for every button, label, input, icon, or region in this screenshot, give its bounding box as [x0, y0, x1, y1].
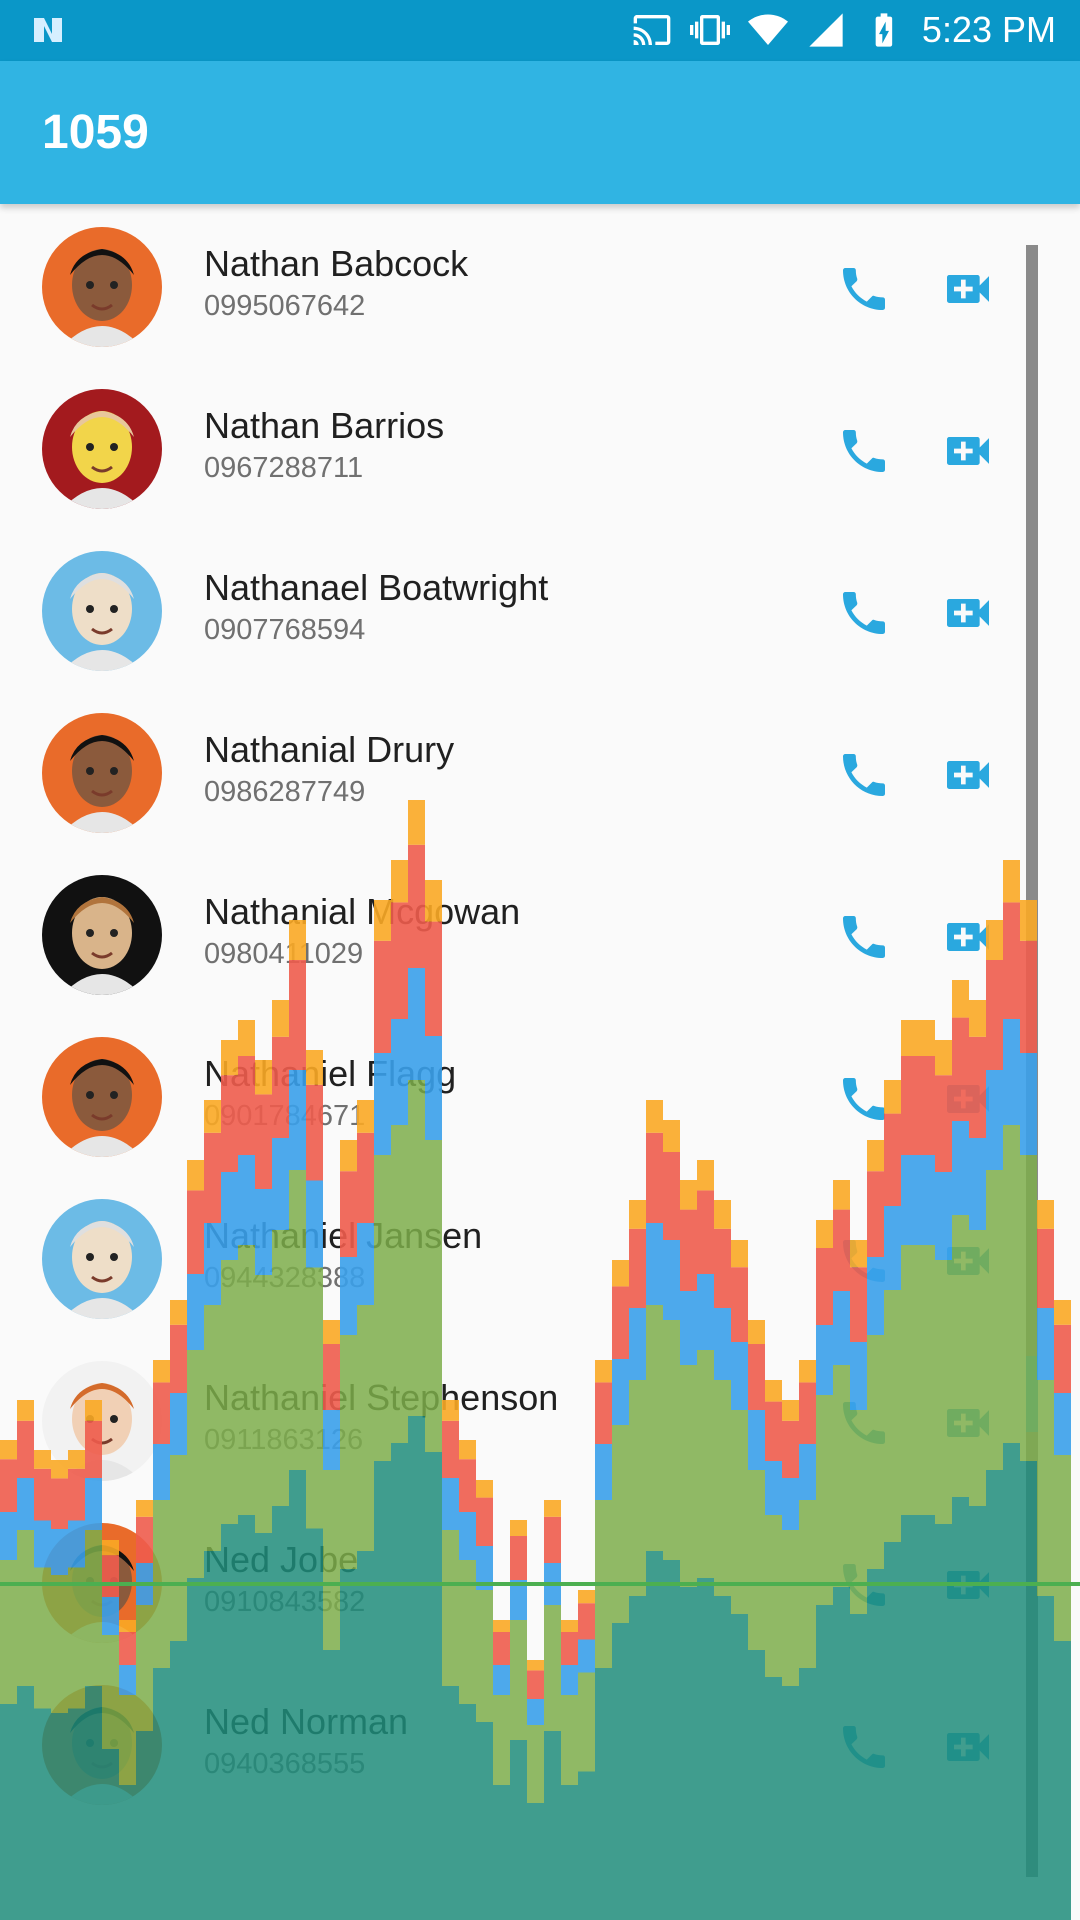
gpu-bar-orange [1054, 1300, 1071, 1325]
battery-charging-icon [875, 13, 893, 47]
notification-n-icon [34, 18, 62, 42]
contact-name: Ned Jobe [204, 1539, 359, 1580]
cell-signal-icon [809, 13, 843, 47]
contact-name: Nathaniel Stephenson [204, 1377, 559, 1418]
phone-call-icon[interactable] [836, 1557, 892, 1613]
contact-row[interactable]: Nathaniel Stephenson 0911863126 [0, 1339, 1030, 1501]
contact-phone: 0986287749 [204, 776, 366, 808]
contact-list[interactable]: Nathan Babcock 0995067642 Nathan Barrios… [0, 205, 1030, 1920]
avatar-face-icon [42, 713, 162, 833]
contact-name: Ned Norman [204, 1701, 409, 1742]
app-bar: 1059 [0, 61, 1080, 204]
contact-name: Nathan Barrios [204, 405, 445, 446]
status-bar: 5:23 PM [0, 0, 1080, 61]
gpu-bar-green [1054, 1455, 1071, 1641]
contact-phone: 0910843582 [204, 1586, 366, 1618]
avatar-face-icon [42, 1361, 162, 1481]
gpu-bar-red [1054, 1324, 1071, 1393]
scrollbar-track[interactable] [1026, 245, 1038, 1877]
avatar-face-icon [42, 1199, 162, 1319]
video-call-icon[interactable] [940, 1071, 996, 1127]
gpu-bar-orange [1037, 1200, 1054, 1229]
video-call-icon[interactable] [940, 585, 996, 641]
phone-call-icon[interactable] [836, 909, 892, 965]
contact-phone: 0967288711 [204, 452, 364, 484]
contact-phone: 0944328388 [204, 1262, 366, 1294]
video-call-icon[interactable] [940, 423, 996, 479]
contact-name: Nathaniel Flagg [204, 1053, 457, 1094]
video-call-icon[interactable] [940, 1719, 996, 1775]
gpu-bar-teal [1054, 1641, 1071, 1920]
contact-row[interactable]: Nathanael Boatwright 0907768594 [0, 529, 1030, 691]
contact-name: Nathanael Boatwright [204, 567, 549, 608]
clock: 5:23 PM [921, 9, 1056, 50]
avatar [42, 713, 162, 833]
avatar [42, 1523, 162, 1643]
contact-row[interactable]: Nathaniel Jansen 0944328388 [0, 1177, 1030, 1339]
avatar [42, 389, 162, 509]
avatar-face-icon [42, 875, 162, 995]
avatar-face-icon [42, 1685, 162, 1805]
scrollbar-thumb[interactable] [1026, 1356, 1038, 1432]
phone-call-icon[interactable] [836, 1719, 892, 1775]
phone-call-icon[interactable] [836, 1071, 892, 1127]
contact-phone: 0940368555 [204, 1748, 366, 1780]
contact-name: Nathanial Mcgowan [204, 891, 521, 932]
cast-icon [633, 15, 671, 45]
contact-phone: 0995067642 [204, 290, 366, 322]
contact-row[interactable]: Nathan Barrios 0967288711 [0, 367, 1030, 529]
avatar [42, 875, 162, 995]
vibrate-icon [689, 15, 730, 45]
avatar-face-icon [42, 227, 162, 347]
contact-row[interactable]: Nathan Babcock 0995067642 [0, 205, 1030, 367]
contact-phone: 0911863126 [204, 1424, 364, 1456]
phone-call-icon[interactable] [836, 423, 892, 479]
gpu-bar-teal [1037, 1596, 1054, 1920]
phone-call-icon[interactable] [836, 585, 892, 641]
avatar [42, 227, 162, 347]
avatar [42, 1685, 162, 1805]
avatar-face-icon [42, 551, 162, 671]
gpu-bar-blue [1037, 1308, 1054, 1380]
video-call-icon[interactable] [940, 909, 996, 965]
phone-call-icon[interactable] [836, 1233, 892, 1289]
contact-row[interactable]: Nathanial Drury 0986287749 [0, 691, 1030, 853]
contact-row[interactable]: Ned Norman 0940368555 [0, 1663, 1030, 1825]
video-call-icon[interactable] [940, 261, 996, 317]
contact-phone: 0907768594 [204, 614, 366, 646]
phone-call-icon[interactable] [836, 261, 892, 317]
gpu-bar-green [1037, 1380, 1054, 1596]
gpu-bar-blue [1054, 1393, 1071, 1455]
phone-call-icon[interactable] [836, 747, 892, 803]
contact-name: Nathanial Drury [204, 729, 455, 770]
contact-row[interactable]: Nathanial Mcgowan 0980411029 [0, 853, 1030, 1015]
video-call-icon[interactable] [940, 1233, 996, 1289]
video-call-icon[interactable] [940, 747, 996, 803]
gpu-bar-red [1037, 1228, 1054, 1308]
phone-call-icon[interactable] [836, 1395, 892, 1451]
video-call-icon[interactable] [940, 1395, 996, 1451]
contact-name: Nathan Babcock [204, 243, 469, 284]
avatar-face-icon [42, 1037, 162, 1157]
avatar [42, 551, 162, 671]
wifi-icon [747, 14, 788, 45]
contact-name: Nathaniel Jansen [204, 1215, 483, 1256]
status-icons: 5:23 PM [632, 8, 1056, 52]
video-call-icon[interactable] [940, 1557, 996, 1613]
avatar-face-icon [42, 1523, 162, 1643]
avatar-face-icon [42, 389, 162, 509]
avatar [42, 1037, 162, 1157]
avatar [42, 1361, 162, 1481]
contact-phone: 0980411029 [204, 938, 364, 970]
page-title: 1059 [42, 106, 149, 159]
avatar [42, 1199, 162, 1319]
contact-phone: 0901784671 [204, 1100, 366, 1132]
contact-row[interactable]: Ned Jobe 0910843582 [0, 1501, 1030, 1663]
contact-row[interactable]: Nathaniel Flagg 0901784671 [0, 1015, 1030, 1177]
